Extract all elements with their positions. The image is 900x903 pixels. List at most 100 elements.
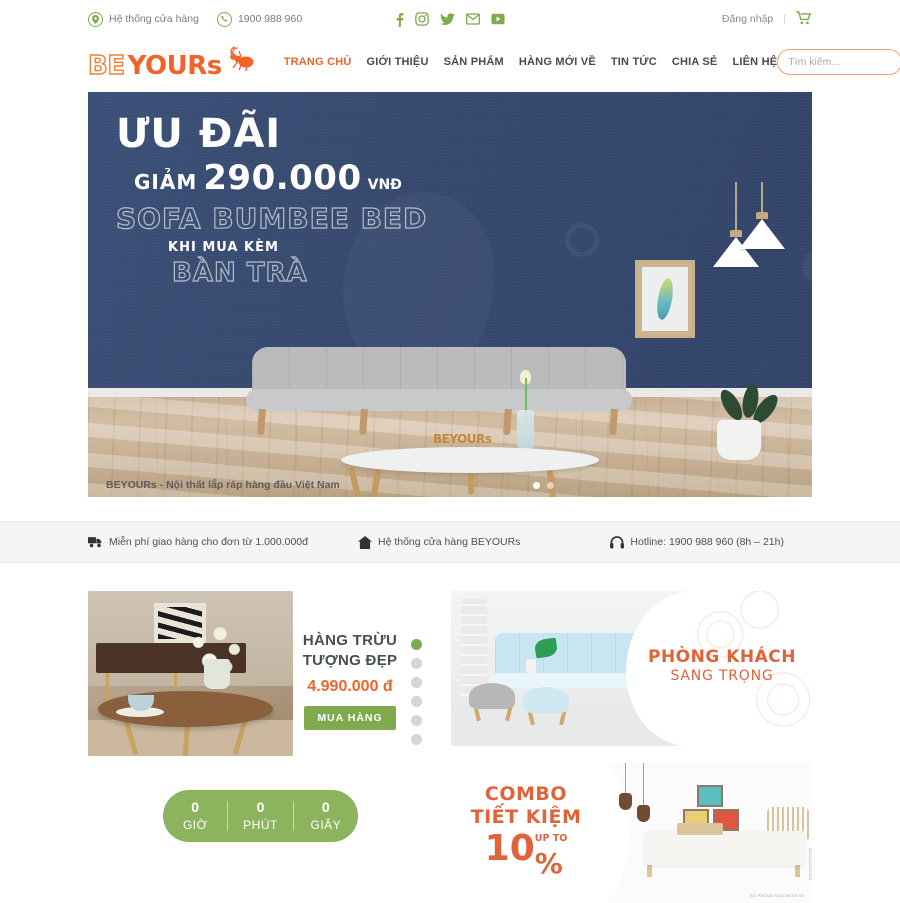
countdown-hours-label: GIỜ — [182, 817, 208, 832]
hero-discount-currency: VNĐ — [367, 177, 402, 193]
coffee-table — [341, 447, 599, 473]
nav-item-trang-chu[interactable]: TRANG CHỦ — [284, 56, 352, 68]
top-bar-right: Đăng nhập | — [722, 10, 812, 28]
hero-caption-bar: BEYOURs - Nội thất lắp ráp hàng đầu Việt… — [88, 473, 812, 497]
glass-vase — [517, 410, 534, 452]
carousel-dot-2[interactable] — [547, 481, 554, 489]
banner-combo[interactable]: COMBO TIẾT KIỆM 10 UP TO % BỘ PHÒNG NGỦ … — [451, 763, 812, 903]
banner-combo-number: 10 — [484, 827, 535, 869]
truck-icon — [88, 536, 103, 548]
featured-product-title-line2: TƯỢNG ĐẸP — [302, 651, 398, 669]
nav-item-san-pham[interactable]: SẢN PHẨM — [444, 56, 504, 68]
site-header: BE YOURs TRANG CHỦ GIỚI THIỆU SẢN PHẨM H… — [0, 38, 900, 86]
carousel-dot-1[interactable] — [533, 481, 540, 489]
carousel-dots — [533, 481, 554, 489]
banner-combo-line2: TIẾT KIỆM — [470, 805, 582, 828]
banner-combo-credit: BỘ PHÒNG NGỦ BEJOI 05 — [750, 893, 804, 898]
banner-combo-percent: % — [534, 846, 563, 880]
buy-now-button[interactable]: MUA HÀNG — [304, 705, 396, 730]
banner-combo-text: COMBO TIẾT KIỆM 10 UP TO % — [451, 763, 601, 903]
top-bar-left: Hệ thống cửa hàng 1900 988 960 — [88, 11, 303, 27]
hero-condition: KHI MUA KÈM — [168, 240, 279, 255]
featured-product-image[interactable] — [88, 591, 293, 756]
product-slider-dot-3[interactable] — [410, 677, 422, 688]
banner-combo-line1: COMBO — [484, 782, 568, 805]
banner-living-room[interactable]: PHÒNG KHÁCH SANG TRỌNG — [451, 591, 812, 746]
service-free-shipping-label: Miễn phí giao hàng cho đơn từ 1.000.000đ — [109, 536, 308, 548]
left-column: HÀNG TRỪU TƯỢNG ĐẸP 4.990.000 đ MUA HÀNG — [88, 591, 433, 903]
top-bar-separator: | — [783, 13, 786, 25]
store-locator-link[interactable]: Hệ thống cửa hàng — [88, 11, 199, 27]
product-slider-dot-4[interactable] — [410, 696, 422, 707]
twitter-icon[interactable] — [440, 12, 455, 27]
banner-combo-image: BỘ PHÒNG NGỦ BEJOI 05 — [581, 763, 812, 903]
hero-carousel[interactable]: BEYOURs ƯU ĐÃI GIẢM 290.000 VNĐ SOFA BUM… — [88, 92, 812, 497]
service-free-shipping: Miễn phí giao hàng cho đơn từ 1.000.000đ — [88, 536, 308, 548]
wall-picture-1 — [697, 785, 723, 807]
main-content: HÀNG TRỪU TƯỢNG ĐẸP 4.990.000 đ MUA HÀNG — [0, 563, 900, 903]
countdown-seconds-label: GIÂY — [310, 817, 342, 832]
shopping-cart-icon[interactable] — [796, 10, 812, 28]
right-column: PHÒNG KHÁCH SANG TRỌNG COMBO TIẾT KIỆM 1… — [451, 591, 812, 903]
instagram-icon[interactable] — [415, 12, 429, 27]
hero-discount-row: GIẢM 290.000 VNĐ — [134, 158, 476, 198]
login-link[interactable]: Đăng nhập — [722, 13, 773, 25]
product-slider-dot-5[interactable] — [410, 715, 422, 726]
countdown-seconds-value: 0 — [321, 799, 330, 816]
service-hotline: Hotline: 1900 988 960 (8h – 21h) — [610, 535, 784, 549]
hero-product-name: SOFA BUMBEE BED — [115, 201, 428, 235]
service-store-system-label: Hệ thống cửa hàng BEYOURs — [377, 536, 521, 548]
hero-discount-amount: 290.000 — [203, 158, 362, 198]
banner-living-room-line2: SANG TRỌNG — [670, 668, 774, 684]
search-input[interactable] — [788, 56, 900, 68]
countdown-timer: 0 GIỜ 0 PHÚT 0 GIÂY — [163, 790, 358, 842]
hero-discount-prefix: GIẢM — [134, 170, 198, 194]
leaf-artwork-icon — [654, 277, 676, 321]
product-slider-dots — [399, 631, 433, 745]
countdown-minutes-value: 0 — [256, 799, 265, 816]
hero-bundle-item: BÀN TRÀ — [171, 257, 308, 288]
hero-decor-ring — [565, 223, 599, 257]
mail-icon[interactable] — [466, 12, 480, 27]
nav-item-lien-he[interactable]: LIÊN HỆ — [732, 56, 777, 68]
phone-link[interactable]: 1900 988 960 — [216, 11, 303, 27]
phone-icon — [216, 11, 232, 27]
banner-living-room-text: PHÒNG KHÁCH SANG TRỌNG — [648, 647, 796, 684]
featured-product-card: HÀNG TRỪU TƯỢNG ĐẸP 4.990.000 đ MUA HÀNG — [88, 591, 433, 756]
product-slider-dot-6[interactable] — [410, 734, 422, 745]
nav-item-tin-tuc[interactable]: TIN TỨC — [611, 56, 657, 68]
search-box[interactable] — [777, 49, 900, 75]
featured-product-info: HÀNG TRỪU TƯỢNG ĐẸP 4.990.000 đ MUA HÀNG — [293, 591, 433, 756]
top-bar: Hệ thống cửa hàng 1900 988 960 Đăng nhập… — [0, 0, 900, 38]
pendant-lamp-right — [739, 182, 785, 249]
store-locator-label: Hệ thống cửa hàng — [109, 13, 199, 25]
logo-text-be: BE — [87, 50, 125, 81]
service-store-system: Hệ thống cửa hàng BEYOURs — [358, 535, 521, 549]
facebook-icon[interactable] — [395, 12, 404, 27]
countdown-hours: 0 GIỜ — [163, 799, 227, 832]
logo-text-yours: YOURs — [127, 50, 223, 81]
countdown-minutes-label: PHÚT — [243, 817, 278, 832]
headphones-icon — [610, 535, 625, 549]
banner-living-room-line1: PHÒNG KHÁCH — [648, 647, 796, 667]
youtube-icon[interactable] — [491, 12, 505, 27]
service-hotline-label: Hotline: 1900 988 960 (8h – 21h) — [630, 536, 784, 548]
hero-headline: ƯU ĐÃI — [116, 111, 282, 157]
countdown-hours-value: 0 — [191, 799, 200, 816]
main-nav: TRANG CHỦ GIỚI THIỆU SẢN PHẨM HÀNG MỚI V… — [284, 56, 778, 68]
featured-product-title: HÀNG TRỪU TƯỢNG ĐẸP — [301, 631, 399, 671]
countdown-minutes: 0 PHÚT — [228, 799, 292, 832]
page-root: Hệ thống cửa hàng 1900 988 960 Đăng nhập… — [0, 0, 900, 903]
phone-label: 1900 988 960 — [237, 13, 303, 25]
hero-caption: BEYOURs - Nội thất lắp ráp hàng đầu Việt… — [106, 479, 340, 491]
beyours-wooden-sign: BEYOURs — [433, 432, 492, 446]
featured-product-price: 4.990.000 đ — [307, 677, 393, 695]
hero-sofa — [246, 347, 632, 436]
nav-item-hang-moi-ve[interactable]: HÀNG MỚI VỀ — [519, 56, 596, 68]
product-slider-dot-2[interactable] — [410, 658, 422, 669]
nav-item-chia-se[interactable]: CHIA SẺ — [672, 56, 718, 68]
plant-pot — [717, 420, 761, 460]
product-slider-dot-1[interactable] — [410, 639, 422, 650]
logo[interactable]: BE YOURs — [87, 45, 256, 81]
nav-item-gioi-thieu[interactable]: GIỚI THIỆU — [367, 56, 429, 68]
